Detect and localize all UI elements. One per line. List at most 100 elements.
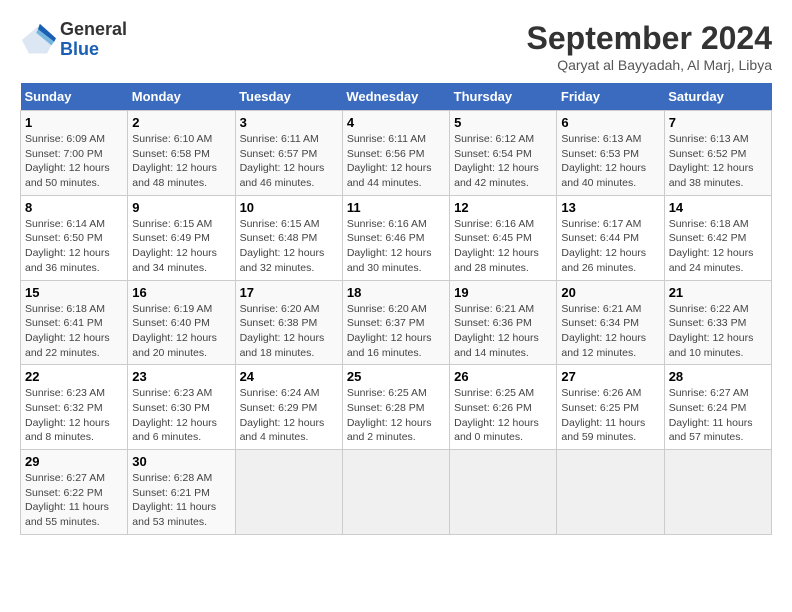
day-number: 6	[561, 115, 659, 130]
day-info: Sunrise: 6:26 AM Sunset: 6:25 PM Dayligh…	[561, 386, 659, 445]
day-info: Sunrise: 6:23 AM Sunset: 6:32 PM Dayligh…	[25, 386, 123, 445]
table-row: 27 Sunrise: 6:26 AM Sunset: 6:25 PM Dayl…	[557, 365, 664, 450]
table-row	[235, 450, 342, 535]
day-number: 22	[25, 369, 123, 384]
day-info: Sunrise: 6:11 AM Sunset: 6:57 PM Dayligh…	[240, 132, 338, 191]
day-info: Sunrise: 6:16 AM Sunset: 6:46 PM Dayligh…	[347, 217, 445, 276]
day-number: 1	[25, 115, 123, 130]
table-row	[450, 450, 557, 535]
table-row: 6 Sunrise: 6:13 AM Sunset: 6:53 PM Dayli…	[557, 111, 664, 196]
day-info: Sunrise: 6:18 AM Sunset: 6:42 PM Dayligh…	[669, 217, 767, 276]
table-row: 17 Sunrise: 6:20 AM Sunset: 6:38 PM Dayl…	[235, 280, 342, 365]
table-row	[664, 450, 771, 535]
day-info: Sunrise: 6:27 AM Sunset: 6:24 PM Dayligh…	[669, 386, 767, 445]
table-row: 24 Sunrise: 6:24 AM Sunset: 6:29 PM Dayl…	[235, 365, 342, 450]
table-row: 25 Sunrise: 6:25 AM Sunset: 6:28 PM Dayl…	[342, 365, 449, 450]
logo-general: General	[60, 19, 127, 39]
day-info: Sunrise: 6:20 AM Sunset: 6:37 PM Dayligh…	[347, 302, 445, 361]
table-row: 9 Sunrise: 6:15 AM Sunset: 6:49 PM Dayli…	[128, 195, 235, 280]
table-row: 11 Sunrise: 6:16 AM Sunset: 6:46 PM Dayl…	[342, 195, 449, 280]
col-header-monday: Monday	[128, 83, 235, 111]
day-number: 30	[132, 454, 230, 469]
table-row: 16 Sunrise: 6:19 AM Sunset: 6:40 PM Dayl…	[128, 280, 235, 365]
day-info: Sunrise: 6:23 AM Sunset: 6:30 PM Dayligh…	[132, 386, 230, 445]
day-info: Sunrise: 6:12 AM Sunset: 6:54 PM Dayligh…	[454, 132, 552, 191]
table-row: 12 Sunrise: 6:16 AM Sunset: 6:45 PM Dayl…	[450, 195, 557, 280]
day-number: 14	[669, 200, 767, 215]
day-number: 8	[25, 200, 123, 215]
day-number: 29	[25, 454, 123, 469]
day-number: 21	[669, 285, 767, 300]
day-number: 10	[240, 200, 338, 215]
table-row: 14 Sunrise: 6:18 AM Sunset: 6:42 PM Dayl…	[664, 195, 771, 280]
table-row: 20 Sunrise: 6:21 AM Sunset: 6:34 PM Dayl…	[557, 280, 664, 365]
day-number: 13	[561, 200, 659, 215]
day-number: 19	[454, 285, 552, 300]
day-info: Sunrise: 6:28 AM Sunset: 6:21 PM Dayligh…	[132, 471, 230, 530]
day-info: Sunrise: 6:13 AM Sunset: 6:52 PM Dayligh…	[669, 132, 767, 191]
day-number: 28	[669, 369, 767, 384]
table-row: 5 Sunrise: 6:12 AM Sunset: 6:54 PM Dayli…	[450, 111, 557, 196]
table-row	[342, 450, 449, 535]
day-info: Sunrise: 6:19 AM Sunset: 6:40 PM Dayligh…	[132, 302, 230, 361]
day-info: Sunrise: 6:20 AM Sunset: 6:38 PM Dayligh…	[240, 302, 338, 361]
table-row: 26 Sunrise: 6:25 AM Sunset: 6:26 PM Dayl…	[450, 365, 557, 450]
day-info: Sunrise: 6:15 AM Sunset: 6:49 PM Dayligh…	[132, 217, 230, 276]
col-header-saturday: Saturday	[664, 83, 771, 111]
day-info: Sunrise: 6:16 AM Sunset: 6:45 PM Dayligh…	[454, 217, 552, 276]
table-row: 30 Sunrise: 6:28 AM Sunset: 6:21 PM Dayl…	[128, 450, 235, 535]
day-number: 16	[132, 285, 230, 300]
day-info: Sunrise: 6:22 AM Sunset: 6:33 PM Dayligh…	[669, 302, 767, 361]
day-info: Sunrise: 6:27 AM Sunset: 6:22 PM Dayligh…	[25, 471, 123, 530]
day-number: 17	[240, 285, 338, 300]
day-number: 15	[25, 285, 123, 300]
day-info: Sunrise: 6:10 AM Sunset: 6:58 PM Dayligh…	[132, 132, 230, 191]
table-row: 10 Sunrise: 6:15 AM Sunset: 6:48 PM Dayl…	[235, 195, 342, 280]
table-row: 1 Sunrise: 6:09 AM Sunset: 7:00 PM Dayli…	[21, 111, 128, 196]
day-number: 3	[240, 115, 338, 130]
table-row: 7 Sunrise: 6:13 AM Sunset: 6:52 PM Dayli…	[664, 111, 771, 196]
logo: General Blue	[20, 20, 127, 60]
day-number: 11	[347, 200, 445, 215]
table-row: 13 Sunrise: 6:17 AM Sunset: 6:44 PM Dayl…	[557, 195, 664, 280]
col-header-tuesday: Tuesday	[235, 83, 342, 111]
day-info: Sunrise: 6:25 AM Sunset: 6:26 PM Dayligh…	[454, 386, 552, 445]
day-info: Sunrise: 6:21 AM Sunset: 6:36 PM Dayligh…	[454, 302, 552, 361]
table-row: 4 Sunrise: 6:11 AM Sunset: 6:56 PM Dayli…	[342, 111, 449, 196]
table-row: 23 Sunrise: 6:23 AM Sunset: 6:30 PM Dayl…	[128, 365, 235, 450]
table-row	[557, 450, 664, 535]
month-title: September 2024	[527, 20, 772, 57]
table-row: 29 Sunrise: 6:27 AM Sunset: 6:22 PM Dayl…	[21, 450, 128, 535]
day-info: Sunrise: 6:13 AM Sunset: 6:53 PM Dayligh…	[561, 132, 659, 191]
day-number: 5	[454, 115, 552, 130]
day-info: Sunrise: 6:15 AM Sunset: 6:48 PM Dayligh…	[240, 217, 338, 276]
day-number: 25	[347, 369, 445, 384]
day-number: 2	[132, 115, 230, 130]
table-row: 8 Sunrise: 6:14 AM Sunset: 6:50 PM Dayli…	[21, 195, 128, 280]
day-info: Sunrise: 6:18 AM Sunset: 6:41 PM Dayligh…	[25, 302, 123, 361]
day-number: 20	[561, 285, 659, 300]
day-info: Sunrise: 6:09 AM Sunset: 7:00 PM Dayligh…	[25, 132, 123, 191]
location: Qaryat al Bayyadah, Al Marj, Libya	[527, 57, 772, 73]
logo-icon	[20, 22, 56, 58]
col-header-friday: Friday	[557, 83, 664, 111]
col-header-wednesday: Wednesday	[342, 83, 449, 111]
table-row: 21 Sunrise: 6:22 AM Sunset: 6:33 PM Dayl…	[664, 280, 771, 365]
day-number: 26	[454, 369, 552, 384]
logo-blue: Blue	[60, 39, 99, 59]
day-number: 7	[669, 115, 767, 130]
table-row: 28 Sunrise: 6:27 AM Sunset: 6:24 PM Dayl…	[664, 365, 771, 450]
day-number: 18	[347, 285, 445, 300]
table-row: 22 Sunrise: 6:23 AM Sunset: 6:32 PM Dayl…	[21, 365, 128, 450]
day-number: 4	[347, 115, 445, 130]
header: General Blue September 2024 Qaryat al Ba…	[20, 20, 772, 73]
table-row: 3 Sunrise: 6:11 AM Sunset: 6:57 PM Dayli…	[235, 111, 342, 196]
day-number: 23	[132, 369, 230, 384]
day-info: Sunrise: 6:21 AM Sunset: 6:34 PM Dayligh…	[561, 302, 659, 361]
day-number: 27	[561, 369, 659, 384]
table-row: 19 Sunrise: 6:21 AM Sunset: 6:36 PM Dayl…	[450, 280, 557, 365]
table-row: 2 Sunrise: 6:10 AM Sunset: 6:58 PM Dayli…	[128, 111, 235, 196]
day-number: 24	[240, 369, 338, 384]
day-info: Sunrise: 6:25 AM Sunset: 6:28 PM Dayligh…	[347, 386, 445, 445]
day-number: 9	[132, 200, 230, 215]
